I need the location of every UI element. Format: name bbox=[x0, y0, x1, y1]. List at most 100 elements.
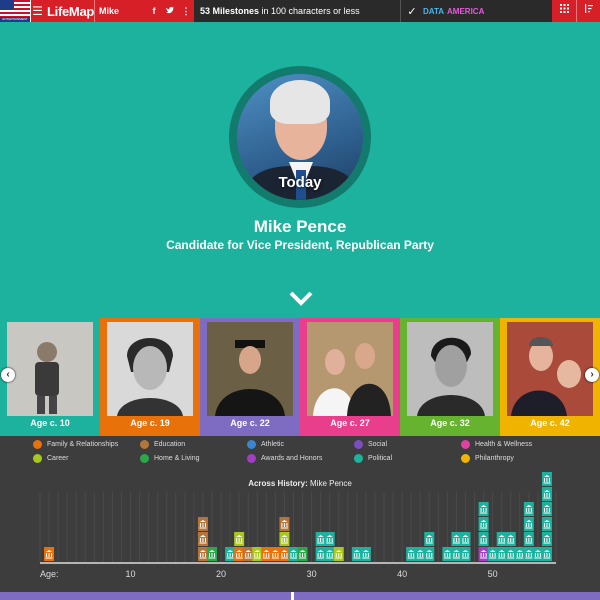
milestone-marker[interactable] bbox=[505, 547, 516, 561]
more-icon[interactable]: ⋮ bbox=[178, 6, 194, 17]
milestone-marker[interactable] bbox=[415, 547, 426, 561]
milestone-marker[interactable] bbox=[523, 547, 534, 561]
milestone-marker[interactable] bbox=[315, 532, 326, 546]
milestone-marker[interactable] bbox=[514, 547, 525, 561]
milestone-marker[interactable] bbox=[197, 532, 208, 546]
milestone-marker[interactable] bbox=[270, 547, 281, 561]
photo-card[interactable]: Age c. 27 bbox=[300, 318, 400, 436]
photo-card[interactable]: Age c. 19 bbox=[100, 318, 200, 436]
milestone-marker[interactable] bbox=[487, 547, 498, 561]
milestone-marker[interactable] bbox=[541, 517, 552, 531]
entertainment-flag-logo[interactable]: ENTERTAINMENT bbox=[0, 0, 30, 22]
legend-item-home[interactable]: Home & Living bbox=[140, 454, 200, 463]
milestone-marker[interactable] bbox=[197, 547, 208, 561]
milestone-marker[interactable] bbox=[360, 547, 371, 561]
milestone-marker[interactable] bbox=[297, 547, 308, 561]
legend-item-health[interactable]: Health & Wellness bbox=[461, 440, 532, 449]
portrait-today[interactable]: Today bbox=[229, 66, 371, 208]
next-arrow-icon[interactable]: › bbox=[585, 368, 599, 382]
milestone-marker[interactable] bbox=[234, 547, 245, 561]
photo-card[interactable]: Age c. 10 bbox=[0, 318, 100, 436]
milestone-marker[interactable] bbox=[478, 532, 489, 546]
prev-arrow-icon[interactable]: ‹ bbox=[1, 368, 15, 382]
milestone-marker[interactable] bbox=[234, 532, 245, 546]
milestone-marker[interactable] bbox=[351, 547, 362, 561]
legend-label: Awards and Honors bbox=[261, 455, 323, 462]
milestone-marker[interactable] bbox=[541, 487, 552, 501]
milestone-marker[interactable] bbox=[197, 517, 208, 531]
milestone-marker[interactable] bbox=[541, 547, 552, 561]
milestone-marker[interactable] bbox=[324, 547, 335, 561]
milestone-marker[interactable] bbox=[424, 532, 435, 546]
milestone-marker[interactable] bbox=[315, 547, 326, 561]
milestone-marker[interactable] bbox=[333, 547, 344, 561]
milestone-marker[interactable] bbox=[324, 532, 335, 546]
milestone-marker[interactable] bbox=[523, 532, 534, 546]
milestone-marker[interactable] bbox=[460, 547, 471, 561]
legend-label: Political bbox=[368, 455, 393, 462]
milestones-text: in 100 characters or less bbox=[259, 6, 360, 16]
legend-item-career[interactable]: Career bbox=[33, 454, 68, 463]
age-label: Age c. 22 bbox=[230, 418, 270, 428]
milestone-marker[interactable] bbox=[505, 532, 516, 546]
milestone-marker[interactable] bbox=[496, 547, 507, 561]
twitter-icon[interactable] bbox=[162, 6, 178, 16]
facebook-icon[interactable]: f bbox=[146, 6, 162, 16]
milestone-marker[interactable] bbox=[478, 502, 489, 516]
legend-item-awards[interactable]: Awards and Honors bbox=[247, 454, 322, 463]
milestone-marker[interactable] bbox=[288, 547, 299, 561]
data-america-toggle[interactable]: ✓ DATA AMERICA bbox=[400, 0, 546, 22]
photo-card[interactable]: Age c. 22 bbox=[200, 318, 300, 436]
milestone-marker[interactable] bbox=[44, 547, 55, 561]
scrubber-handle[interactable] bbox=[291, 592, 294, 600]
milestone-marker[interactable] bbox=[451, 547, 462, 561]
legend-item-political[interactable]: Political bbox=[354, 454, 392, 463]
legend-item-family[interactable]: Family & Relationships bbox=[33, 440, 118, 449]
hamburger-icon[interactable]: ☰ bbox=[30, 0, 44, 22]
milestones-count: 53 Milestones bbox=[200, 6, 260, 16]
award-icon bbox=[247, 454, 256, 463]
milestone-marker[interactable] bbox=[207, 547, 217, 561]
education-icon bbox=[140, 440, 149, 449]
legend-item-education[interactable]: Education bbox=[140, 440, 185, 449]
chevron-down-icon[interactable] bbox=[289, 290, 313, 306]
sort-icon[interactable] bbox=[576, 0, 600, 22]
social-icon bbox=[354, 440, 363, 449]
lifemap-logo[interactable]: LifeMap bbox=[44, 4, 94, 19]
top-bar: ENTERTAINMENT ☰ LifeMap Mike Pence f ⋮ 5… bbox=[0, 0, 600, 38]
milestone-marker[interactable] bbox=[252, 547, 263, 561]
milestone-marker[interactable] bbox=[279, 547, 290, 561]
hero-section: Today Mike Pence Candidate for Vice Pres… bbox=[0, 22, 600, 318]
milestone-marker[interactable] bbox=[532, 547, 543, 561]
milestone-marker[interactable] bbox=[478, 517, 489, 531]
milestone-marker[interactable] bbox=[496, 532, 507, 546]
portrait-label: Today bbox=[278, 174, 322, 191]
milestone-marker[interactable] bbox=[261, 547, 272, 561]
milestone-marker[interactable] bbox=[279, 517, 290, 531]
milestone-marker[interactable] bbox=[424, 547, 435, 561]
milestone-marker[interactable] bbox=[451, 532, 462, 546]
legend-item-philanthropy[interactable]: Philanthropy bbox=[461, 454, 514, 463]
milestone-marker[interactable] bbox=[478, 547, 489, 561]
milestone-marker[interactable] bbox=[279, 532, 290, 546]
milestone-marker[interactable] bbox=[541, 472, 552, 486]
milestone-marker[interactable] bbox=[442, 547, 453, 561]
milestone-marker[interactable] bbox=[523, 517, 534, 531]
chart-canvas: 10 20 30 40 50 bbox=[39, 472, 557, 579]
milestone-marker[interactable] bbox=[541, 502, 552, 516]
legend-item-social[interactable]: Social bbox=[354, 440, 387, 449]
milestone-marker[interactable] bbox=[406, 547, 417, 561]
photo-card[interactable]: Age c. 32 bbox=[400, 318, 500, 436]
grid-icon[interactable] bbox=[552, 0, 576, 22]
legend-item-athletic[interactable]: Athletic bbox=[247, 440, 284, 449]
milestone-marker[interactable] bbox=[541, 532, 552, 546]
milestone-marker[interactable] bbox=[225, 547, 236, 561]
timeline-scrubber[interactable] bbox=[0, 592, 600, 600]
milestone-marker[interactable] bbox=[460, 532, 471, 546]
milestone-marker[interactable] bbox=[523, 502, 534, 516]
legend-label: Philanthropy bbox=[475, 455, 514, 462]
x-tick-label: 50 bbox=[488, 569, 498, 579]
hero-role: Candidate for Vice President, Republican… bbox=[166, 238, 434, 252]
milestone-marker[interactable] bbox=[243, 547, 254, 561]
legend-label: Social bbox=[368, 441, 388, 448]
